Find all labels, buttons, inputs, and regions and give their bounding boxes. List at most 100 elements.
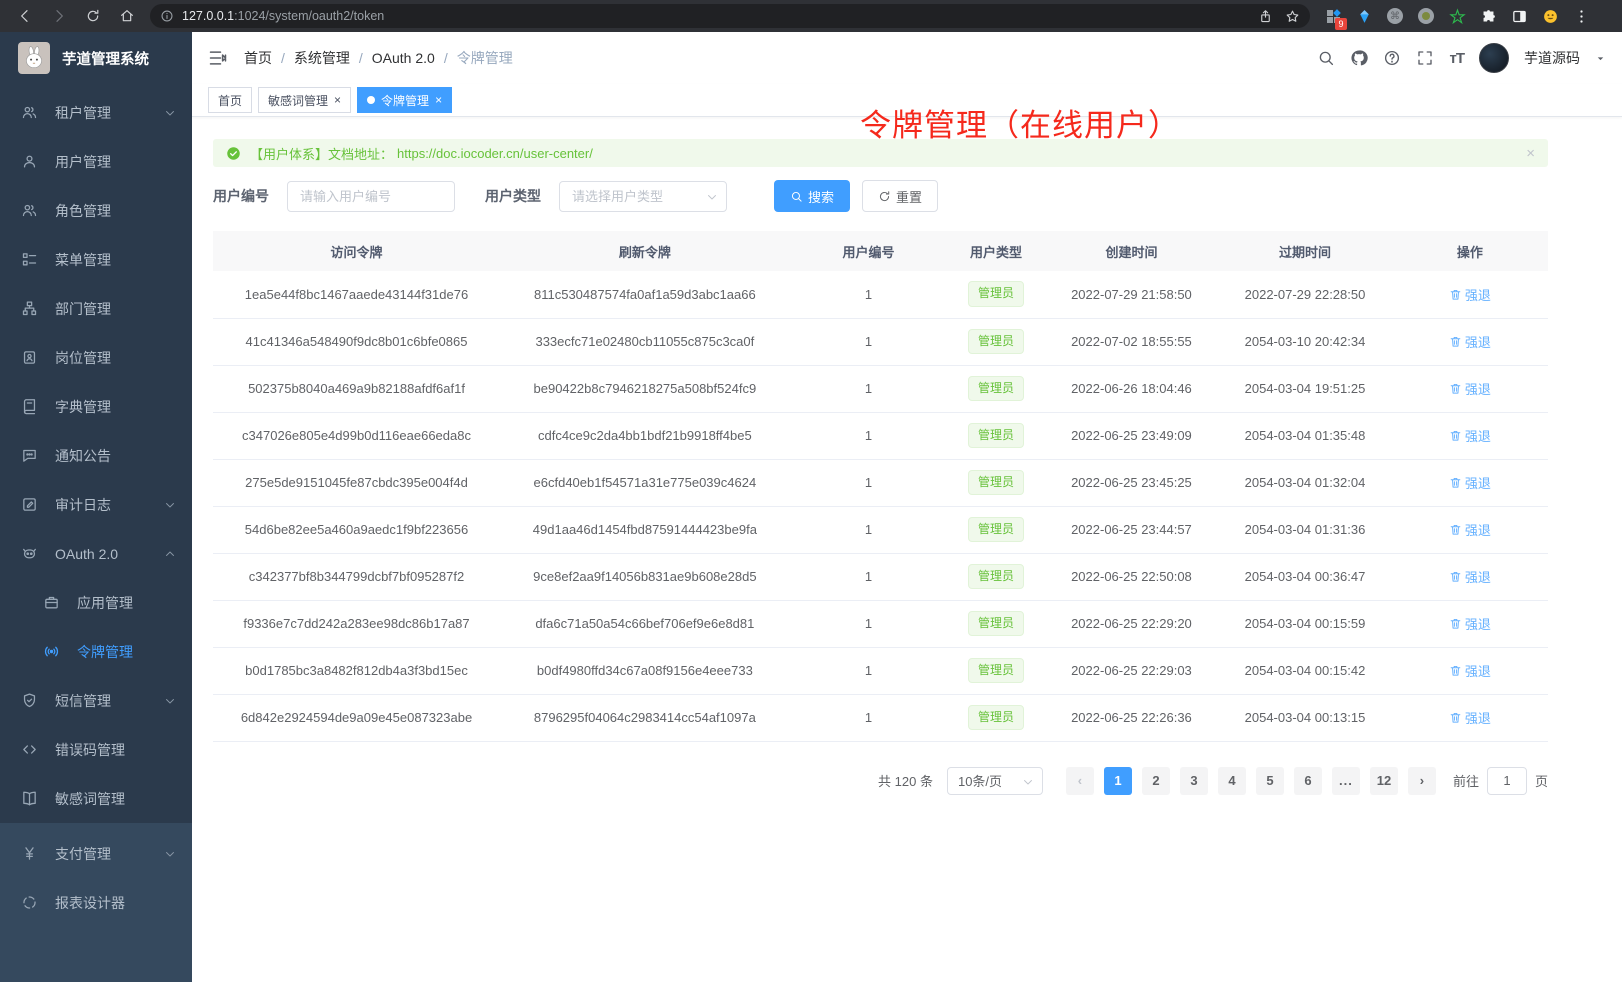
breadcrumb-item[interactable]: OAuth 2.0 bbox=[372, 50, 435, 66]
extension-command-icon[interactable]: ⌘ bbox=[1386, 7, 1404, 25]
token-table: 访问令牌刷新令牌用户编号用户类型创建时间过期时间操作 1ea5e44f8bc14… bbox=[213, 231, 1548, 742]
page-button-12[interactable]: 12 bbox=[1370, 767, 1398, 795]
search-button[interactable]: 搜索 bbox=[774, 180, 850, 212]
sidebar-item-token[interactable]: 令牌管理 bbox=[0, 627, 192, 676]
page-size-select[interactable]: 10条/页 bbox=[947, 767, 1043, 795]
table-header-cell: 过期时间 bbox=[1218, 231, 1392, 271]
user-id-input[interactable] bbox=[287, 181, 455, 212]
force-logout-button[interactable]: 强退 bbox=[1449, 567, 1491, 586]
browser-forward-button[interactable] bbox=[42, 2, 76, 30]
page-button-2[interactable]: 2 bbox=[1142, 767, 1170, 795]
sidebar-item-post[interactable]: 岗位管理 bbox=[0, 333, 192, 382]
cell-created-time: 2022-06-25 22:29:03 bbox=[1045, 647, 1219, 694]
tab-令牌管理[interactable]: 令牌管理× bbox=[357, 87, 452, 113]
font-size-icon[interactable]: ᴛT bbox=[1449, 50, 1464, 67]
doc-link[interactable]: https://doc.iocoder.cn/user-center/ bbox=[397, 146, 593, 161]
cell-expire-time: 2054-03-04 19:51:25 bbox=[1218, 365, 1392, 412]
page-button-4[interactable]: 4 bbox=[1218, 767, 1246, 795]
extension-split-screen-icon[interactable] bbox=[1510, 7, 1528, 25]
user-type-select[interactable] bbox=[559, 181, 727, 212]
trash-icon bbox=[1449, 335, 1462, 348]
sidebar-collapse-icon[interactable] bbox=[208, 48, 228, 68]
force-logout-button[interactable]: 强退 bbox=[1449, 379, 1491, 398]
cell-access-token: b0d1785bc3a8482f812db4a3f3bd15ec bbox=[213, 647, 500, 694]
github-icon[interactable] bbox=[1350, 49, 1368, 67]
search-icon[interactable] bbox=[1317, 49, 1335, 67]
sidebar-item-dept[interactable]: 部门管理 bbox=[0, 284, 192, 333]
tab-首页[interactable]: 首页 bbox=[208, 87, 252, 113]
extension-emoji-icon[interactable] bbox=[1541, 7, 1559, 25]
force-logout-button[interactable]: 强退 bbox=[1449, 520, 1491, 539]
browser-back-button[interactable] bbox=[8, 2, 42, 30]
cell-created-time: 2022-07-02 18:55:55 bbox=[1045, 318, 1219, 365]
sidebar-item-oauth2[interactable]: OAuth 2.0 bbox=[0, 529, 192, 578]
table-row: c347026e805e4d99b0d116eae66eda8ccdfc4ce9… bbox=[213, 412, 1548, 459]
more-pages-button[interactable]: ... bbox=[1332, 767, 1360, 795]
sidebar-item-tenant[interactable]: 租户管理 bbox=[0, 88, 192, 137]
app-logo-row[interactable]: 芋道管理系统 bbox=[0, 32, 192, 84]
fullscreen-icon[interactable] bbox=[1416, 49, 1434, 67]
page-button-6[interactable]: 6 bbox=[1294, 767, 1322, 795]
user-name[interactable]: 芋道源码 bbox=[1524, 48, 1580, 68]
app-title: 芋道管理系统 bbox=[62, 48, 149, 69]
sidebar-item-report[interactable]: 报表设计器 bbox=[0, 878, 192, 927]
topbar: 首页/系统管理/OAuth 2.0/令牌管理 ᴛT 芋道源码 bbox=[192, 32, 1622, 84]
prev-page-button[interactable]: ‹ bbox=[1066, 767, 1094, 795]
help-icon[interactable] bbox=[1383, 49, 1401, 67]
sidebar-item-dict[interactable]: 字典管理 bbox=[0, 382, 192, 431]
extension-gem-icon[interactable] bbox=[1355, 7, 1373, 25]
browser-reload-button[interactable] bbox=[76, 2, 110, 30]
sidebar-item-role[interactable]: 角色管理 bbox=[0, 186, 192, 235]
tab-label: 首页 bbox=[218, 92, 242, 109]
extension-star-icon[interactable] bbox=[1448, 7, 1466, 25]
sensitive-icon bbox=[21, 790, 38, 807]
sidebar-item-sensitive[interactable]: 敏感词管理 bbox=[0, 774, 192, 823]
force-logout-button[interactable]: 强退 bbox=[1449, 285, 1491, 304]
trash-icon bbox=[1449, 664, 1462, 677]
sidebar-item-user[interactable]: 用户管理 bbox=[0, 137, 192, 186]
force-logout-button[interactable]: 强退 bbox=[1449, 473, 1491, 492]
page-button-3[interactable]: 3 bbox=[1180, 767, 1208, 795]
split-square-icon bbox=[1511, 8, 1528, 25]
sidebar-item-sms[interactable]: 短信管理 bbox=[0, 676, 192, 725]
page-button-5[interactable]: 5 bbox=[1256, 767, 1284, 795]
extension-dot-icon[interactable] bbox=[1417, 7, 1435, 25]
site-info-icon[interactable] bbox=[160, 9, 174, 23]
page-button-1[interactable]: 1 bbox=[1104, 767, 1132, 795]
force-logout-button[interactable]: 强退 bbox=[1449, 614, 1491, 633]
cell-access-token: c347026e805e4d99b0d116eae66eda8c bbox=[213, 412, 500, 459]
force-logout-button[interactable]: 强退 bbox=[1449, 708, 1491, 727]
browser-menu-button[interactable] bbox=[1572, 7, 1590, 25]
sidebar-item-menu[interactable]: 菜单管理 bbox=[0, 235, 192, 284]
goto-page-input[interactable] bbox=[1487, 767, 1527, 795]
tab-label: 敏感词管理 bbox=[268, 92, 328, 109]
force-logout-button[interactable]: 强退 bbox=[1449, 332, 1491, 351]
tab-敏感词管理[interactable]: 敏感词管理 × bbox=[258, 87, 351, 113]
alert-close-icon[interactable]: × bbox=[1526, 145, 1535, 162]
force-logout-button[interactable]: 强退 bbox=[1449, 426, 1491, 445]
sidebar-item-notice[interactable]: 通知公告 bbox=[0, 431, 192, 480]
table-row: f9336e7c7dd242a283ee98dc86b17a87dfa6c71a… bbox=[213, 600, 1548, 647]
sidebar-item-pay[interactable]: 支付管理 bbox=[0, 829, 192, 878]
breadcrumb-item[interactable]: 系统管理 bbox=[294, 48, 350, 68]
breadcrumb-item[interactable]: 首页 bbox=[244, 48, 272, 68]
avatar[interactable] bbox=[1479, 43, 1509, 73]
tab-close-icon[interactable]: × bbox=[334, 94, 341, 106]
extension-puzzle-icon[interactable] bbox=[1479, 7, 1497, 25]
reset-button[interactable]: 重置 bbox=[862, 180, 938, 212]
extension-grid-icon[interactable]: 9 bbox=[1324, 7, 1342, 25]
caret-down-icon[interactable] bbox=[1595, 53, 1606, 64]
address-bar[interactable]: 127.0.0.1:1024/system/oauth2/token bbox=[150, 4, 1310, 28]
browser-home-button[interactable] bbox=[110, 2, 144, 30]
sidebar-item-auditlog[interactable]: 审计日志 bbox=[0, 480, 192, 529]
alert-text: 【用户体系】文档地址： bbox=[250, 144, 393, 163]
sidebar-item-oauth-app[interactable]: 应用管理 bbox=[0, 578, 192, 627]
table-row: c342377bf8b344799dcbf7bf095287f29ce8ef2a… bbox=[213, 553, 1548, 600]
share-icon[interactable] bbox=[1258, 9, 1273, 24]
sidebar-item-label: 令牌管理 bbox=[77, 642, 133, 662]
sidebar-item-errcode[interactable]: 错误码管理 bbox=[0, 725, 192, 774]
next-page-button[interactable]: › bbox=[1408, 767, 1436, 795]
bookmark-star-icon[interactable] bbox=[1285, 9, 1300, 24]
force-logout-button[interactable]: 强退 bbox=[1449, 661, 1491, 680]
tab-close-icon[interactable]: × bbox=[435, 94, 442, 106]
